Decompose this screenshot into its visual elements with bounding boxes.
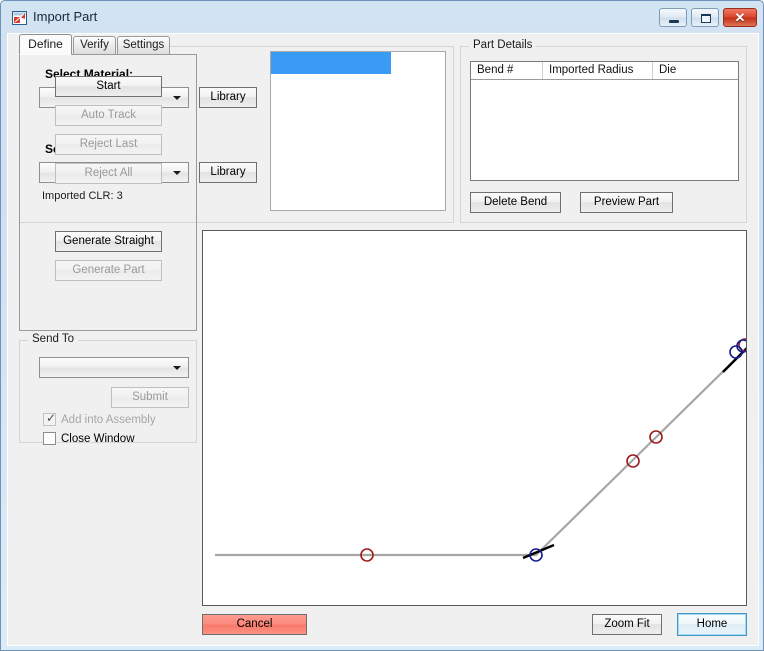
part-profile-drawing	[215, 338, 746, 562]
app-import-part-icon	[12, 11, 27, 25]
material-listbox[interactable]	[270, 51, 446, 211]
listbox-selected-row[interactable]	[271, 52, 391, 74]
minimize-icon	[669, 20, 679, 23]
maximize-icon	[701, 14, 711, 23]
column-header-die: Die	[659, 64, 677, 76]
die-library-button[interactable]: Library	[199, 162, 257, 183]
generate-straight-button[interactable]: Generate Straight	[55, 231, 162, 252]
tab-verify[interactable]: Verify	[73, 36, 116, 54]
preview-part-button[interactable]: Preview Part	[580, 192, 673, 213]
column-header-bend-number: Bend #	[471, 62, 543, 79]
reject-last-button[interactable]: Reject Last	[55, 134, 162, 155]
send-to-label: Send To	[28, 333, 78, 345]
close-window-checkbox[interactable]	[43, 432, 56, 445]
part-details-label: Part Details	[469, 39, 537, 51]
start-button[interactable]: Start	[55, 76, 162, 97]
window-controls: ✕	[659, 8, 757, 28]
close-icon: ✕	[734, 10, 746, 25]
submit-button[interactable]: Submit	[111, 387, 189, 408]
add-into-assembly-label: Add into Assembly	[61, 414, 156, 426]
zoom-fit-button[interactable]: Zoom Fit	[592, 614, 662, 635]
home-button[interactable]: Home	[677, 613, 747, 636]
send-to-group: Send To Submit ✓ Add into Assembly Close…	[19, 333, 197, 445]
chevron-down-icon	[173, 366, 181, 370]
bend-tangent-1	[522, 543, 555, 560]
tab-settings[interactable]: Settings	[117, 36, 170, 54]
column-header-imported-radius: Imported Radius	[543, 62, 653, 79]
minimize-button[interactable]	[659, 8, 687, 27]
reject-all-button[interactable]: Reject All	[55, 163, 162, 184]
close-window-label: Close Window	[61, 433, 135, 445]
define-tab-panel: Start Auto Track Reject Last Reject All …	[19, 54, 197, 331]
part-details-table[interactable]: Bend # Imported Radius Die	[470, 61, 739, 181]
client-area: Die and Material Select Material: Librar…	[7, 33, 759, 646]
table-header-row: Bend # Imported Radius Die	[471, 62, 738, 80]
part-preview-canvas[interactable]	[202, 230, 747, 606]
maximize-button[interactable]	[691, 8, 719, 27]
material-library-button[interactable]: Library	[199, 87, 257, 108]
add-into-assembly-checkbox[interactable]: ✓	[43, 411, 57, 426]
tab-define[interactable]: Define	[19, 34, 72, 55]
check-icon: ✓	[46, 411, 57, 425]
generate-part-button[interactable]: Generate Part	[55, 260, 162, 281]
part-details-group: Part Details Bend # Imported Radius Die …	[460, 39, 747, 223]
part-polyline	[215, 347, 746, 557]
window-title: Import Part	[33, 9, 98, 24]
title-bar: Import Part ✕	[2, 2, 764, 32]
auto-track-button[interactable]: Auto Track	[55, 105, 162, 126]
delete-bend-button[interactable]: Delete Bend	[470, 192, 561, 213]
cancel-button[interactable]: Cancel	[202, 614, 307, 635]
send-to-combobox[interactable]	[39, 357, 189, 378]
close-button[interactable]: ✕	[723, 8, 757, 27]
import-part-window: Import Part ✕ Die and Material Select Ma…	[0, 0, 764, 651]
